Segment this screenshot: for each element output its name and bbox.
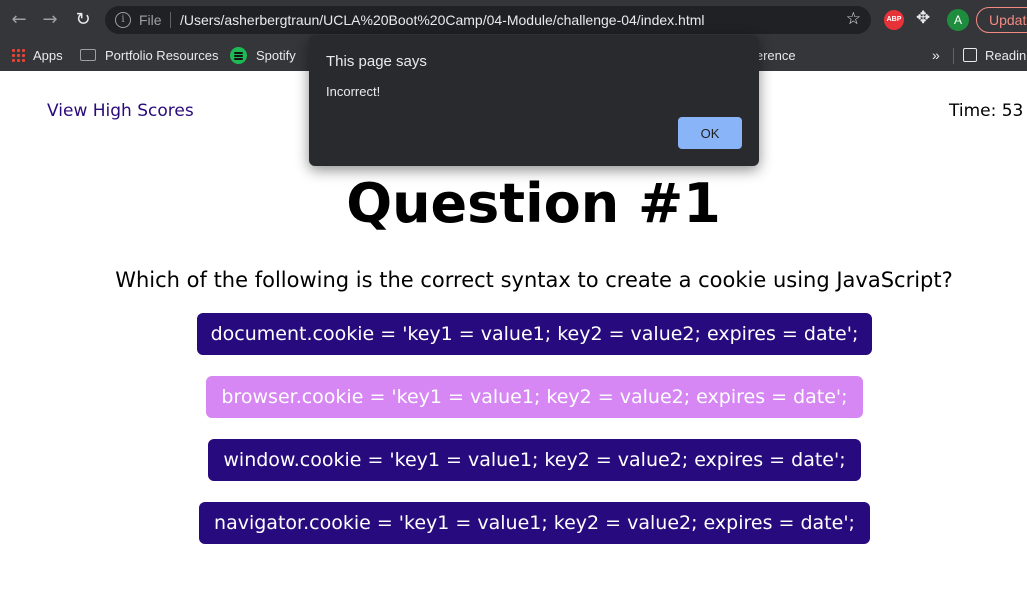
dialog-ok-button[interactable]: OK: [678, 117, 742, 149]
reading-list-button[interactable]: Readin: [963, 44, 1026, 66]
alert-dialog: This page says Incorrect! OK: [309, 35, 759, 166]
dialog-message: Incorrect!: [326, 84, 381, 99]
answer-button-2[interactable]: browser.cookie = 'key1 = value1; key2 = …: [206, 376, 863, 418]
forward-icon[interactable]: →: [39, 9, 61, 31]
address-bar[interactable]: i File /Users/asherbergtraun/UCLA%20Boot…: [105, 6, 871, 34]
back-icon[interactable]: ←: [8, 9, 30, 31]
folder-icon: [80, 49, 96, 61]
address-divider: [170, 12, 171, 28]
answer-button-4[interactable]: navigator.cookie = 'key1 = value1; key2 …: [199, 502, 870, 544]
reload-icon[interactable]: ↻: [72, 9, 94, 31]
bookmark-spotify[interactable]: Spotify: [230, 44, 296, 66]
question-title: Question #1: [346, 172, 721, 235]
update-button[interactable]: Updat: [976, 7, 1027, 33]
question-text: Which of the following is the correct sy…: [115, 268, 953, 292]
profile-avatar[interactable]: A: [947, 9, 969, 31]
apps-grid-icon: [11, 48, 25, 62]
spotify-icon: [230, 46, 247, 64]
browser-toolbar: ← → ↻ i File /Users/asherbergtraun/UCLA%…: [0, 0, 1027, 40]
answer-button-3[interactable]: window.cookie = 'key1 = value1; key2 = v…: [208, 439, 861, 481]
bookmark-spotify-label: Spotify: [256, 47, 296, 63]
extensions-puzzle-icon[interactable]: ✥: [916, 8, 930, 28]
bookmark-portfolio-resources[interactable]: Portfolio Resources: [80, 44, 218, 66]
bookmarks-overflow-chevron-icon[interactable]: »: [932, 44, 940, 66]
bookmarks-divider: [953, 48, 954, 64]
bookmark-portfolio-label: Portfolio Resources: [105, 47, 219, 63]
quiz-timer: Time: 53: [949, 101, 1024, 121]
bookmark-apps[interactable]: Apps: [11, 44, 63, 66]
bookmark-apps-label: Apps: [33, 47, 63, 63]
info-icon[interactable]: i: [115, 12, 131, 28]
address-url[interactable]: /Users/asherbergtraun/UCLA%20Boot%20Camp…: [180, 12, 705, 28]
view-high-scores-link[interactable]: View High Scores: [47, 101, 194, 121]
reading-list-icon: [963, 48, 977, 62]
address-scheme-label: File: [139, 12, 162, 28]
bookmark-star-icon[interactable]: ☆: [846, 9, 861, 29]
adblock-extension-icon[interactable]: ABP: [884, 10, 904, 30]
dialog-title: This page says: [326, 53, 427, 70]
answer-button-1[interactable]: document.cookie = 'key1 = value1; key2 =…: [197, 313, 872, 355]
reading-list-label: Readin: [985, 47, 1027, 63]
